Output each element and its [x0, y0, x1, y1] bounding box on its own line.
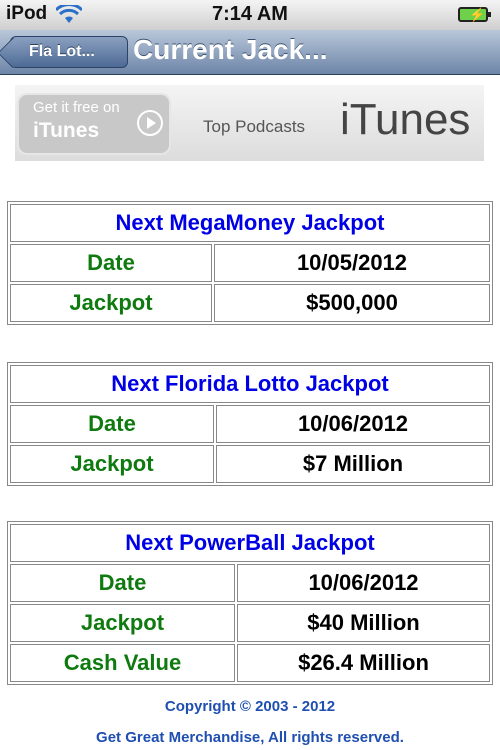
row-value: $7 Million: [216, 445, 490, 483]
row-label: Cash Value: [10, 644, 235, 682]
battery-icon: ⚡: [458, 7, 491, 22]
row-value: 10/05/2012: [214, 244, 490, 282]
ad-free-text: Get it free on: [33, 99, 120, 116]
row-label: Date: [10, 405, 214, 443]
row-label: Jackpot: [10, 445, 214, 483]
itunes-logo: iTunes: [340, 95, 471, 144]
florida-lotto-table: Next Florida Lotto Jackpot Date 10/06/20…: [7, 362, 493, 486]
powerball-table: Next PowerBall Jackpot Date 10/06/2012 J…: [7, 521, 493, 685]
row-value: 10/06/2012: [216, 405, 490, 443]
table-title: Next PowerBall Jackpot: [10, 524, 490, 562]
row-label: Jackpot: [10, 604, 235, 642]
table-title: Next Florida Lotto Jackpot: [10, 365, 490, 403]
megamoney-table: Next MegaMoney Jackpot Date 10/05/2012 J…: [7, 201, 493, 325]
row-value: $40 Million: [237, 604, 490, 642]
play-icon: [137, 110, 163, 136]
table-row: Jackpot $500,000: [10, 284, 490, 322]
navigation-bar: Fla Lot... Current Jack...: [0, 30, 500, 75]
status-time: 7:14 AM: [212, 3, 288, 25]
table-row: Jackpot $40 Million: [10, 604, 490, 642]
table-row: Jackpot $7 Million: [10, 445, 490, 483]
row-label: Date: [10, 564, 235, 602]
row-value: $26.4 Million: [237, 644, 490, 682]
page-title: Current Jack...: [133, 34, 328, 65]
table-row: Cash Value $26.4 Million: [10, 644, 490, 682]
ad-podcasts-text: Top Podcasts: [203, 117, 306, 136]
table-title: Next MegaMoney Jackpot: [10, 204, 490, 242]
rights-text: Get Great Merchandise, All rights reserv…: [96, 729, 404, 746]
get-it-free-badge[interactable]: Get it free on iTunes: [17, 93, 171, 155]
ad-itunes-small: iTunes: [33, 119, 100, 142]
table-row: Date 10/06/2012: [10, 564, 490, 602]
row-value: 10/06/2012: [237, 564, 490, 602]
row-value: $500,000: [214, 284, 490, 322]
row-label: Date: [10, 244, 212, 282]
table-row: Date 10/05/2012: [10, 244, 490, 282]
back-button[interactable]: Fla Lot...: [10, 36, 128, 68]
status-bar: iPod 7:14 AM ⚡: [0, 0, 500, 31]
copyright-text: Copyright © 2003 - 2012: [164, 698, 336, 715]
row-label: Jackpot: [10, 284, 212, 322]
itunes-ad-banner[interactable]: Get it free on iTunes Top Podcasts iTune…: [15, 85, 484, 161]
table-row: Date 10/06/2012: [10, 405, 490, 443]
back-button-label: Fla Lot...: [29, 43, 95, 60]
